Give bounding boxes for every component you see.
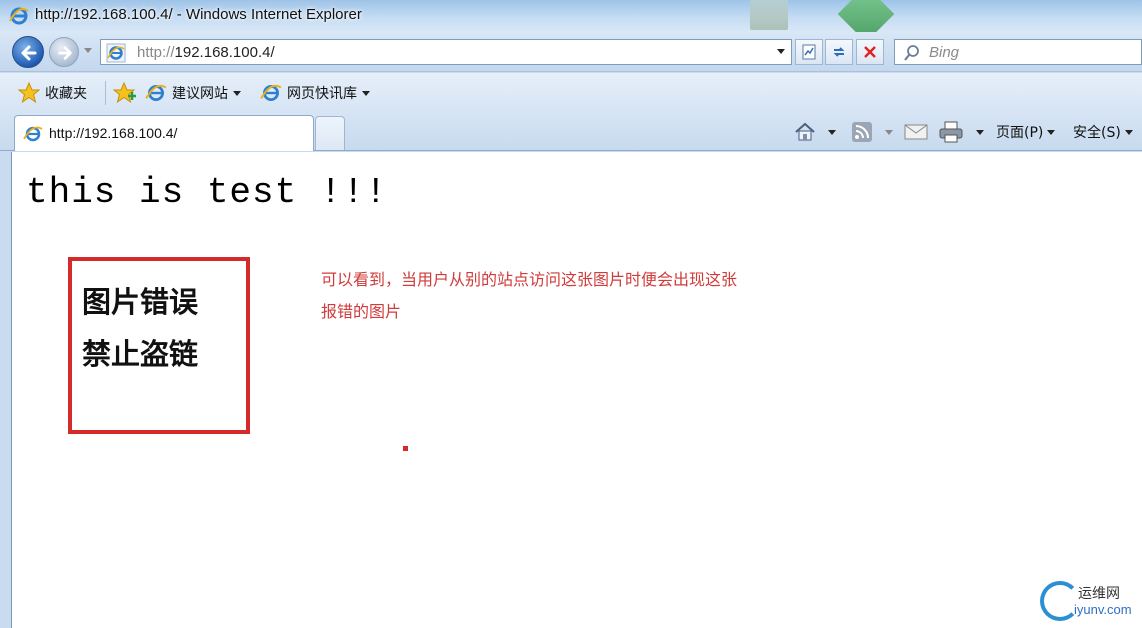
read-mail-button[interactable] xyxy=(904,121,928,143)
chevron-down-icon xyxy=(1047,129,1056,135)
page-menu-button[interactable]: 页面(P) xyxy=(996,121,1056,143)
chevron-down-icon xyxy=(233,90,241,96)
tab-active[interactable]: http://192.168.100.4/ xyxy=(14,115,314,151)
forward-button[interactable] xyxy=(49,37,79,67)
chevron-down-icon xyxy=(828,129,836,135)
chevron-down-icon xyxy=(885,129,893,135)
address-text: http://192.168.100.4/ xyxy=(137,44,275,61)
home-button[interactable] xyxy=(794,121,836,143)
search-placeholder: Bing xyxy=(929,44,960,61)
forward-arrow-icon xyxy=(58,46,72,60)
search-box[interactable]: Bing xyxy=(894,39,1142,65)
page-content: this is test !!! 图片错误 禁止盗链 可以看到，当用户从别的站点… xyxy=(11,152,1142,628)
address-host: 192.168.100.4/ xyxy=(174,44,275,61)
red-dot-marker xyxy=(403,446,408,451)
search-icon xyxy=(904,45,919,61)
favorites-separator xyxy=(105,81,106,105)
ie-page-icon xyxy=(145,84,167,101)
safety-menu-button[interactable]: 安全(S) xyxy=(1073,121,1133,143)
favorites-item-web-slice-gallery[interactable]: 网页快讯库 xyxy=(260,81,370,105)
stop-icon xyxy=(864,46,876,58)
favorites-bar: 收藏夹 建议网站 网页快讯库 xyxy=(0,73,1142,113)
hotlink-error-image: 图片错误 禁止盗链 xyxy=(68,257,250,434)
recent-pages-dropdown[interactable] xyxy=(84,48,92,53)
watermark-line2: iyunv.com xyxy=(1074,602,1132,617)
ie-page-icon xyxy=(260,84,282,101)
error-image-line2: 禁止盗链 xyxy=(82,337,199,371)
compatibility-view-button[interactable] xyxy=(795,39,823,65)
print-button[interactable] xyxy=(938,121,984,143)
feeds-button[interactable] xyxy=(851,121,893,143)
page-favicon-icon xyxy=(106,43,126,67)
watermark-logo: 运维网 iyunv.com xyxy=(1040,577,1142,625)
star-add-icon xyxy=(113,82,136,104)
title-bar: http://192.168.100.4/ - Windows Internet… xyxy=(0,0,1142,43)
favorites-item-label: 建议网站 xyxy=(172,86,228,102)
stop-button[interactable] xyxy=(856,39,884,65)
back-button[interactable] xyxy=(12,36,44,68)
tab-row: http://192.168.100.4/ 页面(P) 安全(S) xyxy=(0,113,1142,151)
desktop-icon-behind xyxy=(750,0,788,30)
tab-label: http://192.168.100.4/ xyxy=(49,125,178,141)
printer-icon xyxy=(939,121,963,143)
mail-icon xyxy=(904,124,928,140)
chevron-down-icon xyxy=(976,129,984,135)
refresh-button[interactable] xyxy=(825,39,853,65)
navigation-bar: http://192.168.100.4/ Bing xyxy=(0,32,1142,72)
favorites-item-label: 网页快讯库 xyxy=(287,86,357,102)
error-image-line1: 图片错误 xyxy=(82,285,199,319)
favorites-item-suggested-sites[interactable]: 建议网站 xyxy=(145,81,241,105)
rss-feed-icon xyxy=(852,122,872,142)
favorites-label: 收藏夹 xyxy=(45,86,87,102)
compatibility-view-icon xyxy=(802,44,816,60)
ie-logo-icon xyxy=(9,6,29,30)
ie-page-icon xyxy=(23,124,43,148)
address-prefix: http:// xyxy=(137,44,175,61)
safety-menu-label: 安全(S) xyxy=(1073,125,1121,141)
window-title: http://192.168.100.4/ - Windows Internet… xyxy=(35,6,362,23)
favorites-button[interactable]: 收藏夹 xyxy=(18,81,87,105)
chevron-down-icon xyxy=(362,90,370,96)
back-arrow-icon xyxy=(21,45,37,61)
watermark-line1: 运维网 xyxy=(1078,586,1120,602)
chevron-down-icon xyxy=(1124,129,1133,135)
annotation-note: 可以看到，当用户从别的站点访问这张图片时便会出现这张报错的图片 xyxy=(321,270,738,321)
address-dropdown[interactable] xyxy=(777,49,785,54)
add-to-favorites-bar-button[interactable] xyxy=(113,81,137,105)
page-menu-label: 页面(P) xyxy=(996,125,1044,141)
star-icon xyxy=(18,82,40,104)
new-tab-button[interactable] xyxy=(315,116,345,150)
page-heading: this is test !!! xyxy=(26,172,388,213)
address-bar[interactable]: http://192.168.100.4/ xyxy=(100,39,792,65)
home-icon xyxy=(795,122,815,141)
refresh-icon xyxy=(833,47,845,57)
